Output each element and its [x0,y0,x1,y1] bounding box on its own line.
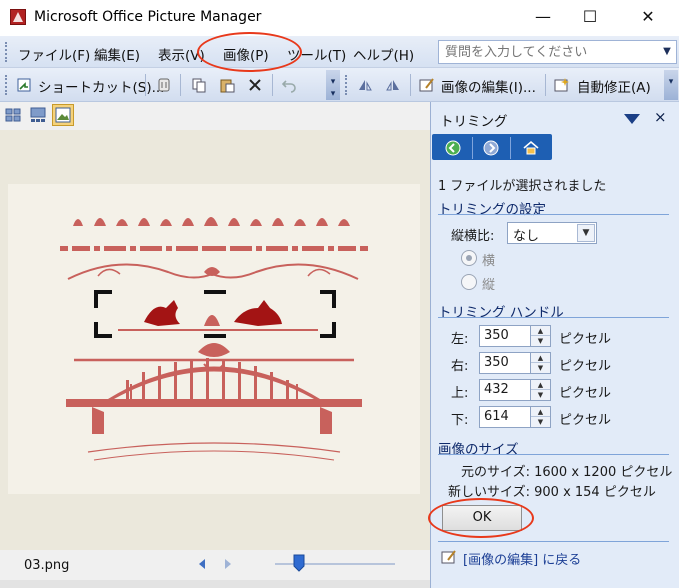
spin-down-icon[interactable]: ▼ [531,363,550,373]
selection-info: 1 ファイルが選択されました [438,179,607,194]
right-handle-label: 右: [451,359,469,374]
bottom-handle-unit: ピクセル [559,413,612,428]
rotate-left-icon[interactable] [356,76,374,94]
spin-down-icon[interactable]: ▼ [531,336,550,346]
minimize-button[interactable]: — [520,0,566,36]
close-button[interactable]: ✕ [625,0,671,36]
ornament-artwork [60,217,368,461]
menu-view[interactable]: 表示(V) [158,44,205,64]
window-title: Microsoft Office Picture Manager [34,9,262,25]
auto-correct-button[interactable]: 自動修正(A) [577,76,651,96]
left-handle-unit: ピクセル [559,332,612,347]
ok-button[interactable]: OK [442,505,522,531]
left-handle-spinner[interactable]: 350 ▲ ▼ [479,325,551,347]
toolbar-overflow-icon[interactable]: ▾ ▾ [326,70,340,100]
task-pane-close-icon[interactable]: × [654,108,667,126]
nav-separator [472,137,473,159]
paste-icon[interactable] [218,76,236,94]
spin-up-icon[interactable]: ▲ [531,326,550,336]
menu-help[interactable]: ヘルプ(H) [353,44,414,64]
menu-tools[interactable]: ツール(T) [287,44,346,64]
aspect-ratio-label: 縦横比: [451,229,495,244]
nav-separator [510,137,511,159]
top-handle-label: 上: [451,386,469,401]
next-picture-icon[interactable] [222,557,234,571]
landscape-radio[interactable] [461,250,477,266]
help-search-box: ▼ [438,40,677,64]
section-divider [438,541,669,542]
back-to-edit-pictures-link[interactable]: [画像の編集] に戻る [463,549,581,568]
menu-file[interactable]: ファイル(F) [18,44,90,64]
menu-grip-handle[interactable] [5,42,9,62]
spin-up-icon[interactable]: ▲ [531,407,550,417]
toolbar-separator [180,74,181,96]
back-arrow-icon[interactable] [444,139,462,157]
spin-down-icon[interactable]: ▼ [531,390,550,400]
top-handle-spinner[interactable]: 432 ▲ ▼ [479,379,551,401]
picture-preview [8,184,420,494]
copy-icon[interactable] [190,76,208,94]
current-filename: 03.png [24,558,70,573]
bottom-handle-label: 下: [451,413,469,428]
rotate-right-icon[interactable] [384,76,402,94]
section-divider [438,317,669,318]
auto-correct-icon [553,76,571,94]
task-pane-title: トリミング [440,114,508,130]
right-handle-unit: ピクセル [559,359,612,374]
left-handle-value[interactable]: 350 [484,328,509,343]
single-picture-view-icon[interactable] [52,104,74,126]
crop-settings-heading: トリミングの設定 [438,202,546,218]
thumbnail-view-icon[interactable] [2,104,24,126]
filmstrip-view-icon[interactable] [27,104,49,126]
aspect-ratio-select[interactable]: なし ▼ [507,222,597,244]
shortcut-icon [15,76,33,94]
right-handle-value[interactable]: 350 [484,355,509,370]
portrait-label: 縦 [482,278,496,293]
zoom-slider-thumb[interactable] [293,554,305,572]
bottom-handle-value[interactable]: 614 [484,409,509,424]
toolbar-overflow-icon[interactable]: ▾ [664,70,678,100]
edit-image-icon [418,76,436,94]
forward-arrow-icon[interactable] [482,139,500,157]
crop-handles-heading: トリミング ハンドル [438,305,564,321]
menu-image[interactable]: 画像(P) [223,44,269,64]
aspect-ratio-value: なし [513,229,540,244]
toolbar-separator [410,74,411,96]
section-divider [438,214,669,215]
new-size-text: 新しいサイズ: 900 x 154 ピクセル [448,485,656,500]
portrait-radio[interactable] [461,274,477,290]
edit-picture-icon [440,548,458,566]
landscape-label: 横 [482,254,496,269]
help-dropdown-arrow-icon[interactable]: ▼ [658,41,676,63]
spin-up-icon[interactable]: ▲ [531,380,550,390]
previous-picture-icon[interactable] [196,557,208,571]
maximize-button[interactable]: ☐ [567,0,613,36]
picture-size-heading: 画像のサイズ [438,442,519,458]
chevron-down-icon[interactable]: ▼ [577,224,595,242]
edit-image-button[interactable]: 画像の編集(I)... [441,76,536,96]
attach-icon[interactable] [155,76,173,94]
spin-up-icon[interactable]: ▲ [531,353,550,363]
menu-edit[interactable]: 編集(E) [94,44,140,64]
help-question-input[interactable] [439,41,659,63]
top-handle-value[interactable]: 432 [484,382,509,397]
toolbar-separator [145,74,146,96]
toolbar-separator [272,74,273,96]
task-pane-menu-icon[interactable] [622,113,642,125]
toolbar-grip-handle[interactable] [5,75,9,95]
right-handle-spinner[interactable]: 350 ▲ ▼ [479,352,551,374]
section-divider [438,454,669,455]
picture-manager-logo-icon [10,9,26,25]
top-handle-unit: ピクセル [559,386,612,401]
spin-down-icon[interactable]: ▼ [531,417,550,427]
toolbar-separator [545,74,546,96]
left-handle-label: 左: [451,332,469,347]
toolbar-grip-handle[interactable] [345,75,349,95]
undo-icon[interactable] [280,76,298,94]
delete-icon[interactable] [246,76,264,94]
bottom-strip [0,580,430,588]
home-icon[interactable] [522,139,540,157]
original-size-text: 元のサイズ: 1600 x 1200 ピクセル [461,465,673,480]
bottom-handle-spinner[interactable]: 614 ▲ ▼ [479,406,551,428]
